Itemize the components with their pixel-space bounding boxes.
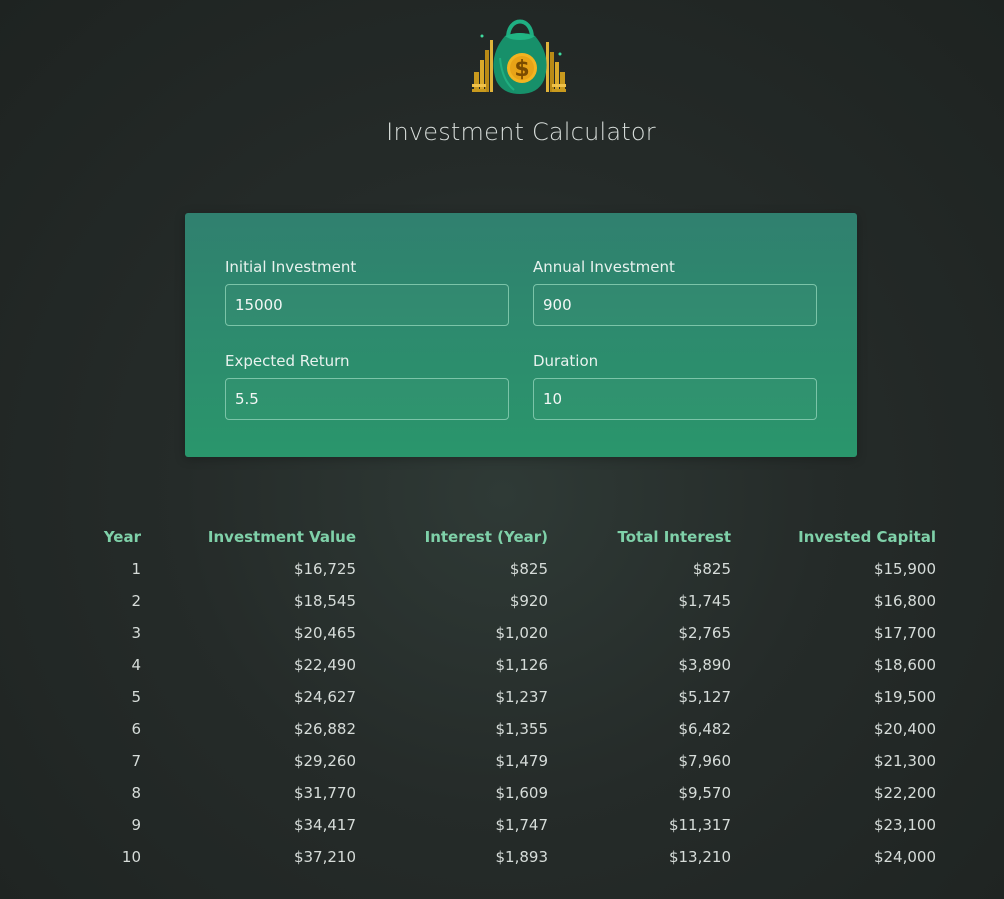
table-row: 7 $29,260 $1,479 $7,960 $21,300: [96, 745, 936, 777]
expected-return-label: Expected Return: [225, 352, 350, 370]
cell-invested-capital: $15,900: [873, 560, 936, 578]
cell-total-interest: $3,890: [678, 656, 732, 674]
cell-interest-year: $920: [509, 592, 548, 610]
header-total-interest: Total Interest: [617, 528, 731, 546]
cell-investment-value: $20,465: [293, 624, 356, 642]
cell-investment-value: $26,882: [293, 720, 356, 738]
table-row: 4 $22,490 $1,126 $3,890 $18,600: [96, 649, 936, 681]
cell-investment-value: $29,260: [293, 752, 356, 770]
annual-investment-label: Annual Investment: [533, 258, 675, 276]
header-invested-capital: Invested Capital: [798, 528, 936, 546]
cell-invested-capital: $18,600: [873, 656, 936, 674]
page-title: Investment Calculator: [386, 118, 656, 146]
header-year: Year: [103, 528, 141, 546]
cell-year: 10: [121, 848, 141, 866]
expected-return-group: Expected Return 5.5: [225, 352, 509, 420]
table-row: 3 $20,465 $1,020 $2,765 $17,700: [96, 617, 936, 649]
expected-return-input[interactable]: 5.5: [225, 378, 509, 420]
cell-invested-capital: $19,500: [873, 688, 936, 706]
cell-interest-year: $1,747: [495, 816, 549, 834]
cell-investment-value: $22,490: [293, 656, 356, 674]
cell-year: 6: [131, 720, 141, 738]
duration-input[interactable]: 10: [533, 378, 817, 420]
results-table: Year Investment Value Interest (Year) To…: [96, 521, 936, 873]
cell-investment-value: $18,545: [293, 592, 356, 610]
cell-investment-value: $34,417: [293, 816, 356, 834]
annual-investment-group: Annual Investment 900: [533, 258, 817, 326]
header-interest-year: Interest (Year): [424, 528, 548, 546]
cell-invested-capital: $16,800: [873, 592, 936, 610]
table-row: 9 $34,417 $1,747 $11,317 $23,100: [96, 809, 936, 841]
cell-total-interest: $9,570: [678, 784, 732, 802]
annual-investment-input[interactable]: 900: [533, 284, 817, 326]
cell-investment-value: $16,725: [293, 560, 356, 578]
cell-year: 7: [131, 752, 141, 770]
cell-total-interest: $1,745: [678, 592, 732, 610]
money-bag-icon: $: [472, 19, 566, 94]
cell-interest-year: $1,020: [495, 624, 549, 642]
cell-invested-capital: $17,700: [873, 624, 936, 642]
cell-year: 4: [131, 656, 141, 674]
cell-year: 2: [131, 592, 141, 610]
cell-total-interest: $825: [692, 560, 731, 578]
cell-year: 8: [131, 784, 141, 802]
cell-total-interest: $2,765: [678, 624, 732, 642]
table-row: 1 $16,725 $825 $825 $15,900: [96, 553, 936, 585]
duration-group: Duration 10: [533, 352, 817, 420]
cell-year: 1: [131, 560, 141, 578]
cell-invested-capital: $24,000: [873, 848, 936, 866]
cell-total-interest: $7,960: [678, 752, 732, 770]
cell-interest-year: $1,893: [495, 848, 549, 866]
table-row: 8 $31,770 $1,609 $9,570 $22,200: [96, 777, 936, 809]
table-row: 2 $18,545 $920 $1,745 $16,800: [96, 585, 936, 617]
cell-interest-year: $1,237: [495, 688, 549, 706]
initial-investment-group: Initial Investment 15000: [225, 258, 509, 326]
cell-invested-capital: $23,100: [873, 816, 936, 834]
duration-label: Duration: [533, 352, 599, 370]
cell-investment-value: $24,627: [293, 688, 356, 706]
table-row: 6 $26,882 $1,355 $6,482 $20,400: [96, 713, 936, 745]
table-row: 10 $37,210 $1,893 $13,210 $24,000: [96, 841, 936, 873]
cell-invested-capital: $21,300: [873, 752, 936, 770]
cell-invested-capital: $22,200: [873, 784, 936, 802]
initial-investment-label: Initial Investment: [225, 258, 357, 276]
cell-year: 3: [131, 624, 141, 642]
cell-interest-year: $1,479: [495, 752, 549, 770]
input-panel: Initial Investment 15000 Annual Investme…: [185, 213, 857, 457]
cell-investment-value: $31,770: [293, 784, 356, 802]
initial-investment-input[interactable]: 15000: [225, 284, 509, 326]
cell-total-interest: $5,127: [678, 688, 732, 706]
cell-interest-year: $1,355: [495, 720, 549, 738]
table-row: 5 $24,627 $1,237 $5,127 $19,500: [96, 681, 936, 713]
cell-interest-year: $1,609: [495, 784, 549, 802]
cell-total-interest: $11,317: [668, 816, 731, 834]
cell-interest-year: $825: [509, 560, 548, 578]
cell-total-interest: $13,210: [668, 848, 731, 866]
cell-investment-value: $37,210: [293, 848, 356, 866]
cell-total-interest: $6,482: [678, 720, 732, 738]
cell-year: 9: [131, 816, 141, 834]
cell-interest-year: $1,126: [495, 656, 549, 674]
table-header-row: Year Investment Value Interest (Year) To…: [96, 521, 936, 553]
header-investment-value: Investment Value: [207, 528, 356, 546]
svg-text:$: $: [514, 57, 529, 82]
cell-invested-capital: $20,400: [873, 720, 936, 738]
cell-year: 5: [131, 688, 141, 706]
